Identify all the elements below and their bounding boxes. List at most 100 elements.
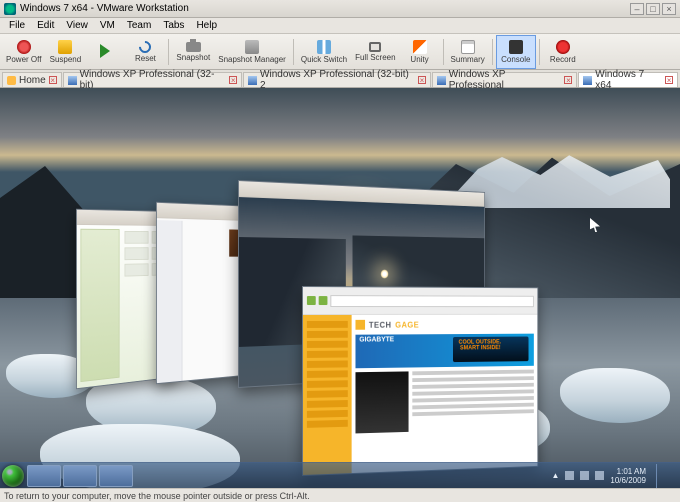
console-icon bbox=[509, 40, 523, 54]
host-titlebar: Windows 7 x64 - VMware Workstation – □ × bbox=[0, 0, 680, 18]
guest-desktop[interactable]: TECHGAGE GIGABYTE bbox=[0, 88, 680, 488]
banner-vendor: GIGABYTE bbox=[359, 336, 394, 343]
unity-button[interactable]: Unity bbox=[400, 35, 440, 69]
quick-switch-button[interactable]: Quick Switch bbox=[297, 35, 351, 69]
site-logo-a: TECH bbox=[369, 320, 392, 329]
toolbar-separator bbox=[168, 39, 169, 65]
snapshot-button[interactable]: Snapshot bbox=[172, 35, 214, 69]
play-icon bbox=[100, 44, 110, 58]
close-button[interactable]: × bbox=[662, 3, 676, 15]
tray-volume-icon[interactable] bbox=[595, 471, 604, 480]
toolbar: Power Off Suspend Reset Snapshot Snapsho… bbox=[0, 34, 680, 70]
start-button[interactable] bbox=[2, 465, 24, 487]
host-status-text: To return to your computer, move the mou… bbox=[4, 491, 310, 501]
banner-overlay bbox=[453, 337, 529, 363]
taskbar-item-explorer[interactable] bbox=[63, 465, 97, 487]
record-label: Record bbox=[550, 55, 576, 64]
vm-icon bbox=[248, 76, 257, 85]
fullscreen-button[interactable]: Full Screen bbox=[351, 35, 399, 69]
reset-icon bbox=[137, 38, 154, 55]
console-button[interactable]: Console bbox=[496, 35, 536, 69]
vm-icon bbox=[583, 76, 592, 85]
site-banner: GIGABYTE bbox=[355, 334, 533, 369]
tray-chevron-icon[interactable]: ▲ bbox=[551, 471, 559, 480]
tab-xp2[interactable]: Windows XP Professional (32-bit) 2 × bbox=[243, 72, 431, 87]
system-tray[interactable]: ▲ 1:01 AM 10/6/2009 bbox=[551, 464, 678, 488]
guest-taskbar[interactable]: ▲ 1:01 AM 10/6/2009 bbox=[0, 462, 680, 488]
taskbar-item-mediaplayer[interactable] bbox=[99, 465, 133, 487]
taskbar-item-ie[interactable] bbox=[27, 465, 61, 487]
summary-button[interactable]: Summary bbox=[447, 35, 489, 69]
tab-close-icon[interactable]: × bbox=[418, 76, 426, 84]
home-icon bbox=[7, 76, 16, 85]
menu-view[interactable]: View bbox=[61, 19, 93, 32]
menu-help[interactable]: Help bbox=[191, 19, 222, 32]
tab-xp1[interactable]: Windows XP Professional (32-bit) × bbox=[63, 72, 242, 87]
tab-close-icon[interactable]: × bbox=[49, 76, 57, 84]
site-logo: TECHGAGE bbox=[355, 319, 533, 331]
summary-label: Summary bbox=[451, 55, 485, 64]
unity-icon bbox=[413, 40, 427, 54]
tray-network-icon[interactable] bbox=[580, 471, 589, 480]
host-window-title: Windows 7 x64 - VMware Workstation bbox=[20, 3, 189, 14]
record-icon bbox=[556, 40, 570, 54]
tray-date[interactable]: 10/6/2009 bbox=[610, 476, 646, 485]
browser-back-icon[interactable] bbox=[307, 296, 316, 305]
snapshot-label: Snapshot bbox=[176, 53, 210, 62]
tab-home-label: Home bbox=[19, 75, 46, 86]
toolbar-separator bbox=[293, 39, 294, 65]
vm-icon bbox=[437, 76, 446, 85]
explorer-task-pane bbox=[80, 229, 119, 382]
quick-switch-label: Quick Switch bbox=[301, 55, 347, 64]
snapshot-icon bbox=[186, 42, 201, 52]
show-desktop-button[interactable] bbox=[656, 464, 664, 488]
tab-win7[interactable]: Windows 7 x64 × bbox=[578, 72, 678, 87]
poweroff-icon bbox=[17, 40, 31, 54]
browser-chrome bbox=[303, 287, 537, 315]
console-label: Console bbox=[501, 55, 530, 64]
suspend-button[interactable]: Suspend bbox=[45, 35, 85, 69]
snapshot-manager-icon bbox=[245, 40, 259, 54]
poweroff-label: Power Off bbox=[6, 55, 41, 64]
site-article bbox=[355, 370, 533, 434]
explorer-sidebar bbox=[157, 220, 183, 383]
quick-switch-icon bbox=[317, 40, 331, 54]
tab-home[interactable]: Home × bbox=[2, 72, 62, 87]
site-logo-b: GAGE bbox=[395, 320, 419, 329]
article-image bbox=[355, 371, 408, 433]
unity-label: Unity bbox=[410, 55, 428, 64]
toolbar-separator bbox=[492, 39, 493, 65]
menu-vm[interactable]: VM bbox=[95, 19, 120, 32]
snapshot-manager-button[interactable]: Snapshot Manager bbox=[214, 35, 290, 69]
browser-forward-icon[interactable] bbox=[319, 296, 328, 305]
toolbar-separator bbox=[539, 39, 540, 65]
minimize-button[interactable]: – bbox=[630, 3, 644, 15]
tray-time[interactable]: 1:01 AM bbox=[610, 467, 646, 476]
fullscreen-label: Full Screen bbox=[355, 53, 395, 62]
fullscreen-icon bbox=[369, 42, 381, 52]
menu-team[interactable]: Team bbox=[122, 19, 156, 32]
site-logo-icon bbox=[355, 320, 365, 330]
tab-close-icon[interactable]: × bbox=[564, 76, 572, 84]
tab-close-icon[interactable]: × bbox=[665, 76, 673, 84]
reset-button[interactable]: Reset bbox=[125, 35, 165, 69]
vmware-icon bbox=[4, 3, 16, 15]
toolbar-separator bbox=[443, 39, 444, 65]
snapshot-manager-label: Snapshot Manager bbox=[218, 55, 286, 64]
suspend-icon bbox=[58, 40, 72, 54]
menu-file[interactable]: File bbox=[4, 19, 30, 32]
flip3d-window-browser[interactable]: TECHGAGE GIGABYTE bbox=[302, 286, 538, 476]
play-button[interactable] bbox=[85, 35, 125, 69]
menu-edit[interactable]: Edit bbox=[32, 19, 59, 32]
poweroff-button[interactable]: Power Off bbox=[2, 35, 45, 69]
tab-close-icon[interactable]: × bbox=[229, 76, 237, 84]
browser-address-bar[interactable] bbox=[330, 295, 533, 307]
menu-tabs[interactable]: Tabs bbox=[158, 19, 189, 32]
maximize-button[interactable]: □ bbox=[646, 3, 660, 15]
aero-flip3d[interactable]: TECHGAGE GIGABYTE bbox=[70, 150, 590, 470]
tray-action-center-icon[interactable] bbox=[565, 471, 574, 480]
record-button[interactable]: Record bbox=[543, 35, 583, 69]
article-text bbox=[412, 370, 534, 432]
tab-xp3[interactable]: Windows XP Professional × bbox=[432, 72, 578, 87]
desktop-preview-sun bbox=[380, 269, 388, 278]
